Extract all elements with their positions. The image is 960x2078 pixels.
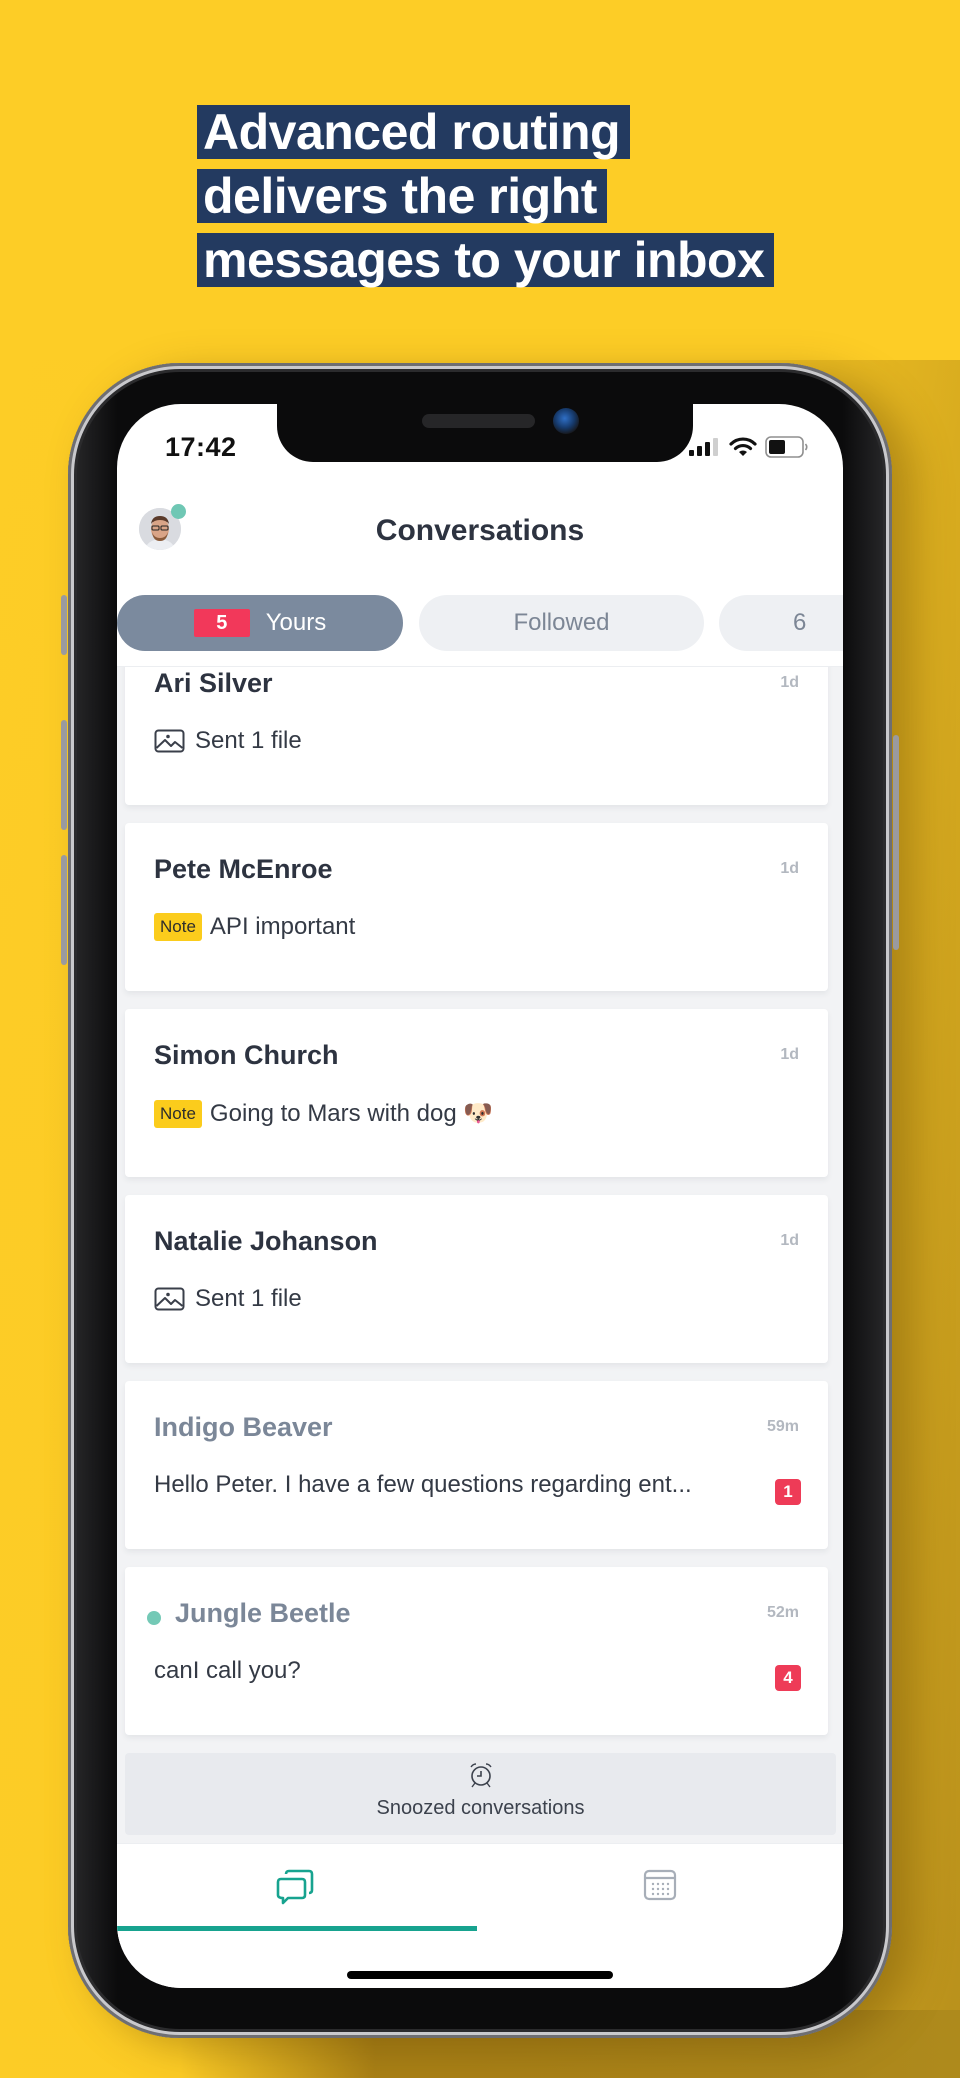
message-preview: canI call you? xyxy=(154,1657,301,1685)
conversation-list: Ari Silver 1d Sent 1 file Pete McEnroe 1… xyxy=(117,667,843,1843)
front-camera xyxy=(553,408,579,434)
message-text: Sent 1 file xyxy=(195,1285,302,1312)
bottom-tab-bar xyxy=(117,1843,843,1988)
inbox-tabs: 5 Yours Followed 6 xyxy=(117,595,843,651)
wifi-icon xyxy=(729,437,757,456)
headline-line-1: Advanced routing xyxy=(197,105,631,159)
contact-name: Natalie Johanson xyxy=(154,1226,378,1256)
image-file-icon xyxy=(154,1287,185,1311)
timestamp: 59m xyxy=(766,1418,799,1435)
message-text: API important xyxy=(209,913,356,940)
header: Conversations 5 Yours Followed 6 xyxy=(117,474,843,667)
tab-followed[interactable]: Followed xyxy=(419,595,704,651)
timestamp: 1d xyxy=(780,1232,799,1249)
note-tag: Note xyxy=(154,913,202,941)
message-preview: Hello Peter. I have a few questions rega… xyxy=(154,1471,692,1499)
message-preview: Note Going to Mars with dog 🐶 xyxy=(154,1099,493,1128)
contact-name: Pete McEnroe xyxy=(154,854,333,884)
tab-yours[interactable]: 5 Yours xyxy=(117,595,403,651)
timestamp: 52m xyxy=(766,1604,799,1621)
tab-conversations[interactable] xyxy=(275,1868,315,1908)
contact-name: Indigo Beaver xyxy=(154,1412,333,1442)
unread-count-badge: 1 xyxy=(775,1479,801,1505)
conversation-card[interactable]: Pete McEnroe 1d Note API important xyxy=(125,823,828,991)
image-file-icon xyxy=(154,729,185,753)
tab-yours-count: 5 xyxy=(193,609,250,637)
message-preview: Note API important xyxy=(154,913,355,941)
message-text: canI call you? xyxy=(154,1657,301,1684)
conversation-card[interactable]: Natalie Johanson 1d Sent 1 file xyxy=(125,1195,828,1363)
headline-line-2: delivers the right xyxy=(197,169,607,223)
conversation-card[interactable]: Simon Church 1d Note Going to Mars with … xyxy=(125,1009,828,1177)
phone-screen: 17:42 Conversations 5 Yours Followed 6 A… xyxy=(117,404,843,1988)
speaker-grille xyxy=(422,414,535,428)
conversation-card[interactable]: Indigo Beaver 59m Hello Peter. I have a … xyxy=(125,1381,828,1549)
message-preview: Sent 1 file xyxy=(154,727,302,755)
active-tab-indicator xyxy=(117,1926,477,1931)
timestamp: 1d xyxy=(780,674,799,691)
contact-name: Jungle Beetle xyxy=(175,1598,351,1628)
headline-line-3: messages to your inbox xyxy=(197,233,775,287)
conversation-card[interactable]: Jungle Beetle 52m canI call you? 4 xyxy=(125,1567,828,1735)
status-time: 17:42 xyxy=(165,432,237,462)
tab-calendar[interactable] xyxy=(643,1868,683,1908)
message-text: Sent 1 file xyxy=(195,727,302,754)
tab-followed-label: Followed xyxy=(513,609,610,636)
timestamp: 1d xyxy=(780,1046,799,1063)
volume-up-button xyxy=(61,720,67,830)
unread-count-badge: 4 xyxy=(775,1665,801,1691)
timestamp: 1d xyxy=(780,860,799,877)
tab-yours-label: Yours xyxy=(265,609,327,636)
message-text: Going to Mars with dog 🐶 xyxy=(209,1100,494,1127)
contact-name: Simon Church xyxy=(154,1040,339,1070)
conversation-card[interactable]: Ari Silver 1d Sent 1 file xyxy=(125,667,828,805)
message-text: Hello Peter. I have a few questions rega… xyxy=(154,1471,692,1498)
message-preview: Sent 1 file xyxy=(154,1285,302,1313)
tab-third[interactable]: 6 xyxy=(719,595,843,651)
power-button xyxy=(893,735,899,950)
signal-icon xyxy=(689,438,718,456)
mute-switch xyxy=(61,595,67,655)
alarm-clock-icon xyxy=(470,1763,492,1788)
volume-down-button xyxy=(61,855,67,965)
note-tag: Note xyxy=(154,1099,202,1128)
snoozed-label: Snoozed conversations xyxy=(376,1797,585,1819)
battery-icon xyxy=(765,436,808,458)
tab-third-label: 6 xyxy=(793,609,807,636)
calendar-icon xyxy=(643,1869,677,1901)
snoozed-conversations-button[interactable]: Snoozed conversations xyxy=(125,1753,836,1835)
contact-name: Ari Silver xyxy=(154,668,273,698)
online-indicator xyxy=(147,1611,161,1625)
status-icons xyxy=(689,436,809,458)
page-title: Conversations xyxy=(375,514,585,547)
headline: Advanced routing delivers the right mess… xyxy=(197,105,775,297)
notch xyxy=(277,404,693,462)
home-indicator[interactable] xyxy=(347,1971,613,1979)
chat-bubbles-icon xyxy=(276,1869,314,1905)
